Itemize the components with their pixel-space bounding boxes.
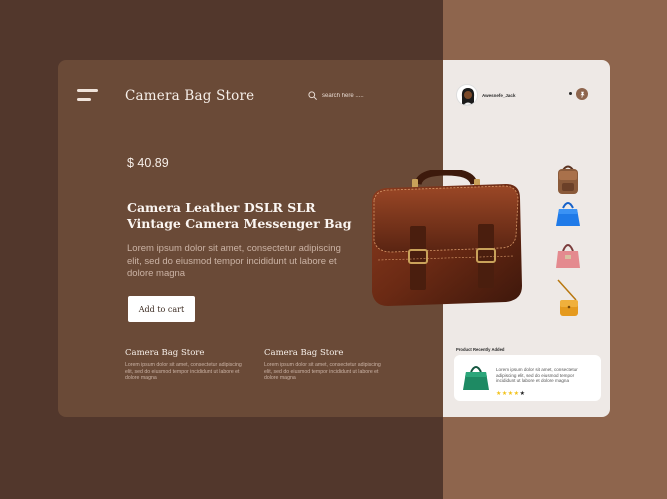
thumbnail-pink-handbag[interactable] bbox=[554, 237, 582, 271]
info-block: Camera Bag Store Lorem ipsum dolor sit a… bbox=[125, 348, 250, 382]
product-price: $ 40.89 bbox=[127, 156, 169, 170]
pin-icon bbox=[579, 91, 585, 98]
thumbnail-brown-backpack[interactable] bbox=[554, 163, 582, 197]
info-block-title: Camera Bag Store bbox=[264, 348, 344, 358]
search-input[interactable] bbox=[322, 92, 382, 99]
orange-crossbody-icon bbox=[557, 279, 578, 316]
thumbnail-orange-crossbody[interactable] bbox=[554, 278, 582, 320]
search-bar[interactable] bbox=[308, 91, 382, 100]
info-block-text: Lorem ipsum dolor sit amet, consectetur … bbox=[125, 362, 242, 381]
green-handbag-icon bbox=[463, 366, 489, 390]
recent-product-card[interactable]: Lorem ipsum dolor sit amet, consectetur … bbox=[454, 355, 601, 401]
pink-handbag-icon bbox=[556, 244, 580, 268]
pin-button[interactable] bbox=[576, 88, 588, 100]
leather-camera-bag-image bbox=[372, 170, 522, 306]
star-icon: ★ bbox=[519, 391, 526, 397]
product-description: Lorem ipsum dolor sit amet, consectetur … bbox=[127, 243, 341, 279]
info-block-text: Lorem ipsum dolor sit amet, consectetur … bbox=[264, 362, 381, 381]
dot-indicator bbox=[569, 92, 572, 95]
blue-handbag-icon bbox=[556, 202, 580, 226]
brown-backpack-icon bbox=[558, 165, 578, 194]
search-icon bbox=[308, 91, 317, 100]
recent-label: Product Recently Added bbox=[456, 347, 505, 352]
rating-stars: ★★★★★ bbox=[496, 391, 525, 397]
thumbnail-blue-handbag[interactable] bbox=[554, 196, 582, 230]
brand-title: Camera Bag Store bbox=[125, 88, 255, 104]
product-title: Camera Leather DSLR SLR Vintage Camera M… bbox=[127, 200, 352, 231]
info-block-title: Camera Bag Store bbox=[125, 348, 205, 358]
add-to-cart-button[interactable]: Add to cart bbox=[128, 296, 195, 322]
store-card: Camera Bag Store $ 40.89 Camera Leather … bbox=[58, 60, 610, 417]
menu-icon[interactable] bbox=[77, 89, 98, 105]
user-profile[interactable]: Awesnefe_Jack bbox=[456, 84, 515, 106]
username: Awesnefe_Jack bbox=[482, 92, 516, 98]
recent-product-text: Lorem ipsum dolor sit amet, consectetur … bbox=[496, 367, 578, 384]
info-block: Camera Bag Store Lorem ipsum dolor sit a… bbox=[264, 348, 389, 382]
avatar bbox=[456, 84, 478, 106]
